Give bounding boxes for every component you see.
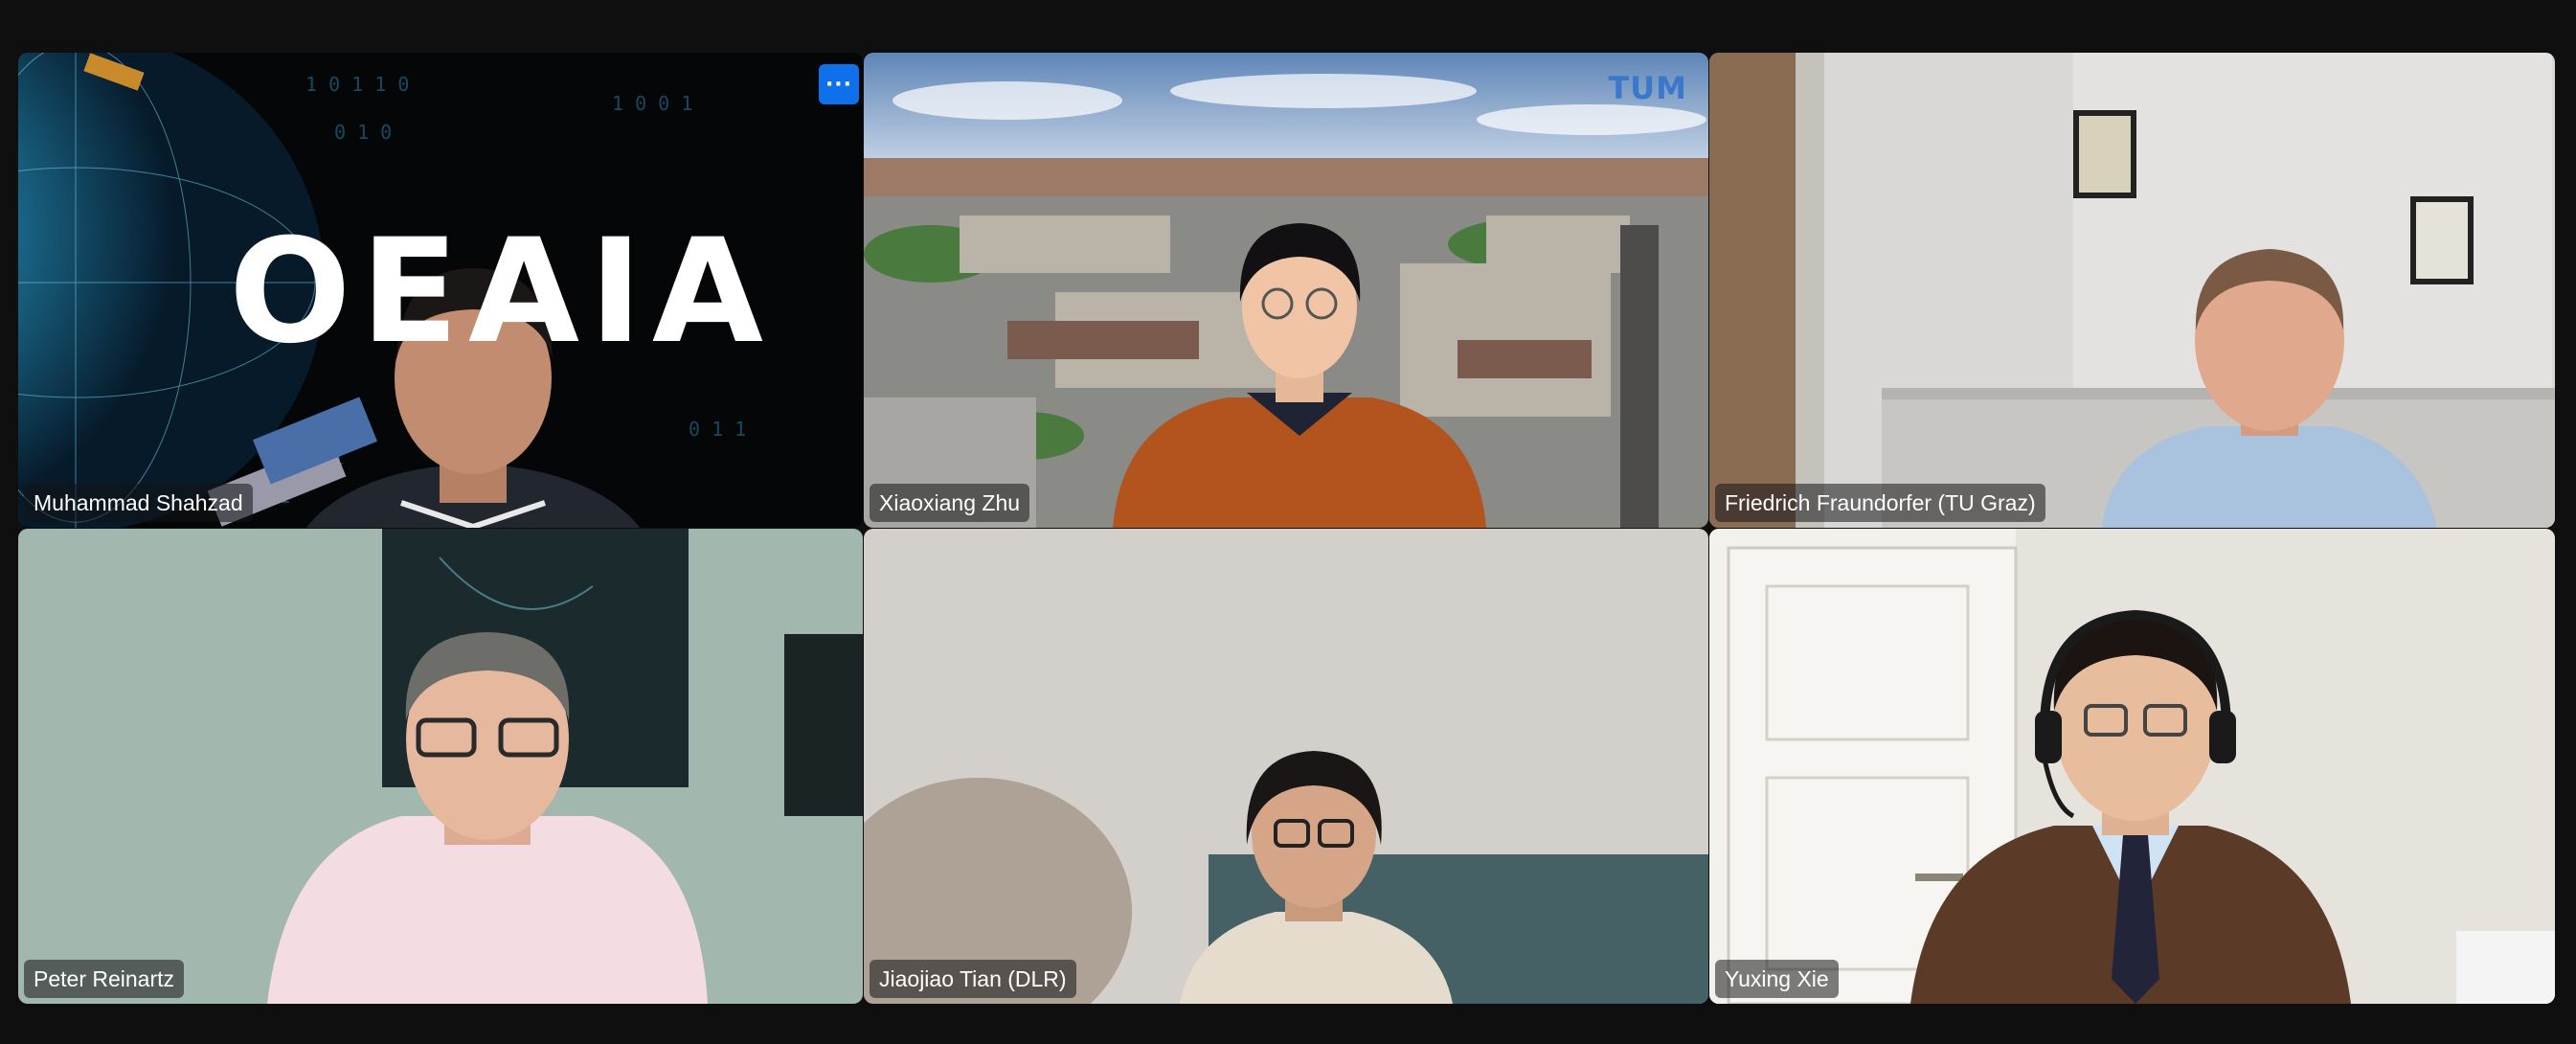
participant-name-label: Yuxing Xie — [1715, 960, 1839, 998]
camera-feed-office — [1709, 53, 2555, 528]
camera-feed-door — [1709, 529, 2555, 1004]
participant-name-label: Muhammad Shahzad — [24, 484, 253, 522]
svg-text:1 0 1 1 0: 1 0 1 1 0 — [305, 73, 409, 96]
camera-feed-room — [18, 529, 863, 1004]
participant-name-label: Peter Reinartz — [24, 960, 185, 998]
participant-tile-peter-reinartz[interactable]: Peter Reinartz — [18, 529, 863, 1004]
svg-text:0 1 0: 0 1 0 — [334, 121, 392, 144]
svg-text:0 1 1: 0 1 1 — [689, 418, 746, 441]
participant-name-label: Jiaojiao Tian (DLR) — [870, 960, 1076, 998]
participant-name-label: Friedrich Fraundorfer (TU Graz) — [1715, 484, 2045, 522]
participant-name-label: Xiaoxiang Zhu — [870, 484, 1030, 522]
svg-text:1 0 0 1: 1 0 0 1 — [612, 92, 692, 115]
participant-tile-friedrich-fraundorfer[interactable]: Friedrich Fraundorfer (TU Graz) — [1709, 53, 2555, 528]
video-gallery: 1 0 1 1 00 1 0 1 0 0 10 1 1 1 0 10 0 1 1… — [18, 53, 2555, 1004]
camera-feed-blurred-room — [864, 529, 1708, 1004]
virtual-background-logo-text: OEAIA — [229, 209, 773, 375]
more-options-button[interactable]: ··· — [819, 64, 859, 104]
tum-logo: TUM — [1608, 70, 1687, 106]
participant-tile-xiaoxiang-zhu[interactable]: TUM Xiaoxiang Zhu — [864, 53, 1708, 528]
participant-tile-muhammad-shahzad[interactable]: 1 0 1 1 00 1 0 1 0 0 10 1 1 1 0 10 0 1 1… — [18, 53, 863, 528]
participant-tile-yuxing-xie[interactable]: Yuxing Xie — [1709, 529, 2555, 1004]
virtual-background-city — [864, 53, 1708, 528]
participant-tile-jiaojiao-tian[interactable]: Jiaojiao Tian (DLR) — [864, 529, 1708, 1004]
